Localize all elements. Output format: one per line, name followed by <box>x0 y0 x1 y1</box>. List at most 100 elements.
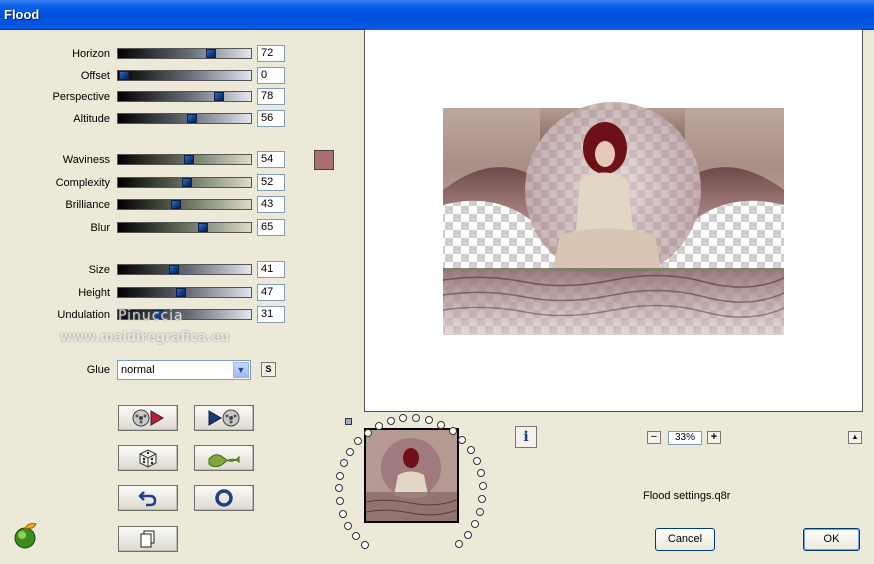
zoom-out-button[interactable]: − <box>647 431 661 444</box>
size-value[interactable]: 41 <box>257 261 285 278</box>
undo-button[interactable] <box>118 485 178 511</box>
altitude-slider[interactable] <box>117 113 252 124</box>
globe-leaf-icon <box>14 523 37 549</box>
glue-select-value: normal <box>121 364 155 376</box>
zoom-in-button[interactable]: + <box>707 431 721 444</box>
dice-icon <box>139 449 157 468</box>
navigator-ring-dot <box>448 427 457 436</box>
navigator-ring-dot <box>478 495 487 504</box>
navigator-ring-dot <box>425 416 434 425</box>
perspective-label: Perspective <box>52 91 110 103</box>
watermark-name: Pinuccia <box>118 308 184 324</box>
horizon-slider[interactable] <box>117 48 252 59</box>
info-button[interactable]: i <box>515 426 537 448</box>
title-bar: Flood <box>0 0 874 30</box>
blur-slider-thumb[interactable] <box>198 223 208 232</box>
offset-slider[interactable] <box>117 70 252 81</box>
navigator-ring-dot <box>361 541 370 550</box>
glue-s-button[interactable]: S <box>261 362 276 377</box>
altitude-label: Altitude <box>73 113 110 125</box>
chevron-down-icon[interactable]: ▼ <box>233 362 249 378</box>
navigator-ring-dot <box>472 457 481 466</box>
navigator-ring-dot <box>363 428 372 437</box>
horizon-slider-thumb[interactable] <box>206 49 216 58</box>
scroll-up-button[interactable]: ▲ <box>848 431 862 444</box>
height-slider-thumb[interactable] <box>176 288 186 297</box>
color-swatch[interactable] <box>314 150 334 170</box>
navigator-thumbnail[interactable] <box>364 428 459 523</box>
navigator-ring-dot <box>470 519 479 528</box>
copy-page-icon <box>140 530 155 548</box>
preview-image <box>442 102 785 335</box>
blur-slider[interactable] <box>117 222 252 233</box>
navigator-ring-dot <box>339 509 348 518</box>
height-value[interactable]: 47 <box>257 284 285 301</box>
perspective-slider[interactable] <box>117 91 252 102</box>
horizon-value[interactable]: 72 <box>257 45 285 62</box>
brilliance-slider[interactable] <box>117 199 252 210</box>
ring-icon <box>215 489 233 507</box>
complexity-label: Complexity <box>55 177 110 189</box>
copy-button[interactable] <box>118 526 178 552</box>
blur-label: Blur <box>90 222 110 234</box>
offset-value[interactable]: 0 <box>257 67 285 84</box>
altitude-slider-thumb[interactable] <box>187 114 197 123</box>
blur-value[interactable]: 65 <box>257 219 285 236</box>
brilliance-slider-thumb[interactable] <box>171 200 181 209</box>
navigator-ring-dot <box>344 521 353 530</box>
navigator-ring-dot <box>354 437 362 446</box>
navigator-ring-dot <box>399 414 408 423</box>
height-label: Height <box>78 287 110 299</box>
waviness-slider-thumb[interactable] <box>184 155 194 164</box>
randomize-button[interactable] <box>118 445 178 471</box>
wave-icon <box>208 454 240 467</box>
height-slider[interactable] <box>117 287 252 298</box>
navigator-ring-dot <box>335 484 344 493</box>
complexity-slider[interactable] <box>117 177 252 188</box>
save-preset-button[interactable] <box>194 405 254 431</box>
watermark-url: www.maldiregrafica.eu <box>60 330 230 345</box>
ok-button[interactable]: OK <box>803 528 860 551</box>
navigator-ring-dot <box>475 507 484 516</box>
zoom-level[interactable]: 33% <box>668 431 702 445</box>
waviness-label: Waviness <box>62 154 110 166</box>
window-title: Flood <box>4 7 40 22</box>
offset-slider-thumb[interactable] <box>119 71 129 80</box>
wave-button[interactable] <box>194 445 254 471</box>
navigator-ring-dot <box>412 414 421 423</box>
perspective-slider-thumb[interactable] <box>214 92 224 101</box>
size-slider[interactable] <box>117 264 252 275</box>
navigator-ring-dot <box>454 540 463 548</box>
complexity-value[interactable]: 52 <box>257 174 285 191</box>
undulation-value[interactable]: 31 <box>257 306 285 323</box>
perspective-value[interactable]: 78 <box>257 88 285 105</box>
film-reel-arrow-icon <box>132 409 164 427</box>
navigator-ring-dot <box>336 471 345 480</box>
navigator-handle[interactable] <box>345 418 352 425</box>
preview-canvas[interactable] <box>364 29 863 412</box>
navigator-ring-dot <box>335 497 344 506</box>
settings-filename: Flood settings.q8r <box>643 490 731 502</box>
arrow-film-reel-icon <box>208 409 240 427</box>
brilliance-value[interactable]: 43 <box>257 196 285 213</box>
glue-label: Glue <box>86 364 110 376</box>
offset-label: Offset <box>80 70 110 82</box>
undo-icon <box>138 491 157 507</box>
navigator-ring-dot <box>340 459 349 468</box>
navigator-ring-dot <box>478 482 487 491</box>
thumbnail-image <box>366 430 457 521</box>
glue-select[interactable]: normal ▼ <box>117 360 251 380</box>
altitude-value[interactable]: 56 <box>257 110 285 127</box>
navigator-ring-dot <box>374 421 383 430</box>
cancel-button[interactable]: Cancel <box>655 528 715 551</box>
waviness-slider[interactable] <box>117 154 252 165</box>
navigator-ring-dot <box>463 530 472 539</box>
size-slider-thumb[interactable] <box>169 265 179 274</box>
navigator-ring-dot <box>346 447 355 456</box>
load-preset-button[interactable] <box>118 405 178 431</box>
navigator-ring-dot <box>351 532 360 541</box>
reset-button[interactable] <box>194 485 254 511</box>
undulation-label: Undulation <box>57 309 110 321</box>
waviness-value[interactable]: 54 <box>257 151 285 168</box>
complexity-slider-thumb[interactable] <box>182 178 192 187</box>
